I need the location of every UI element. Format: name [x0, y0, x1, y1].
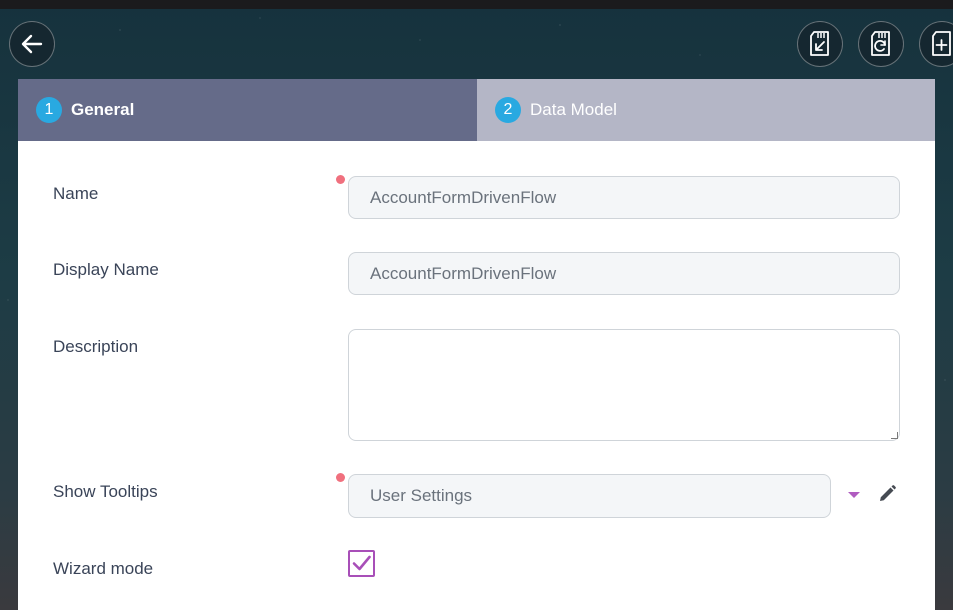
chevron-down-icon[interactable] [848, 492, 860, 498]
edit-button[interactable] [877, 484, 897, 508]
back-button[interactable] [9, 21, 55, 67]
name-input[interactable]: AccountFormDrivenFlow [348, 176, 900, 219]
wizard-tabs: 1 General 2 Data Model [18, 79, 935, 141]
tab-general[interactable]: 1 General [18, 79, 477, 141]
tab-label: General [71, 100, 135, 119]
step-badge: 1 [36, 97, 62, 123]
description-textarea[interactable] [348, 329, 900, 441]
display-name-input[interactable]: AccountFormDrivenFlow [348, 252, 900, 295]
step-badge: 2 [495, 97, 521, 123]
required-indicator [336, 175, 345, 184]
arrow-left-icon [21, 34, 43, 54]
form-panel: 1 General 2 Data Model Name AccountFormD… [18, 79, 935, 610]
tab-label: Data Model [530, 100, 617, 119]
tab-data-model[interactable]: 2 Data Model [477, 79, 935, 141]
name-label: Name [53, 184, 99, 203]
wizard-mode-checkbox[interactable] [348, 550, 375, 577]
display-name-label: Display Name [53, 260, 159, 279]
pencil-icon [880, 485, 896, 501]
import-button[interactable] [797, 21, 843, 67]
sd-card-import-icon [810, 31, 829, 56]
show-tooltips-label: Show Tooltips [53, 482, 158, 501]
required-indicator [336, 473, 345, 482]
show-tooltips-select[interactable]: User Settings [348, 474, 831, 518]
wizard-mode-label: Wizard mode [53, 559, 154, 578]
checkmark-icon [352, 555, 371, 571]
resize-handle[interactable] [891, 432, 898, 439]
description-label: Description [53, 337, 139, 356]
refresh-button[interactable] [858, 21, 904, 67]
sd-card-refresh-icon [871, 31, 890, 56]
sd-card-add-icon [932, 31, 951, 56]
top-bar [0, 0, 953, 9]
